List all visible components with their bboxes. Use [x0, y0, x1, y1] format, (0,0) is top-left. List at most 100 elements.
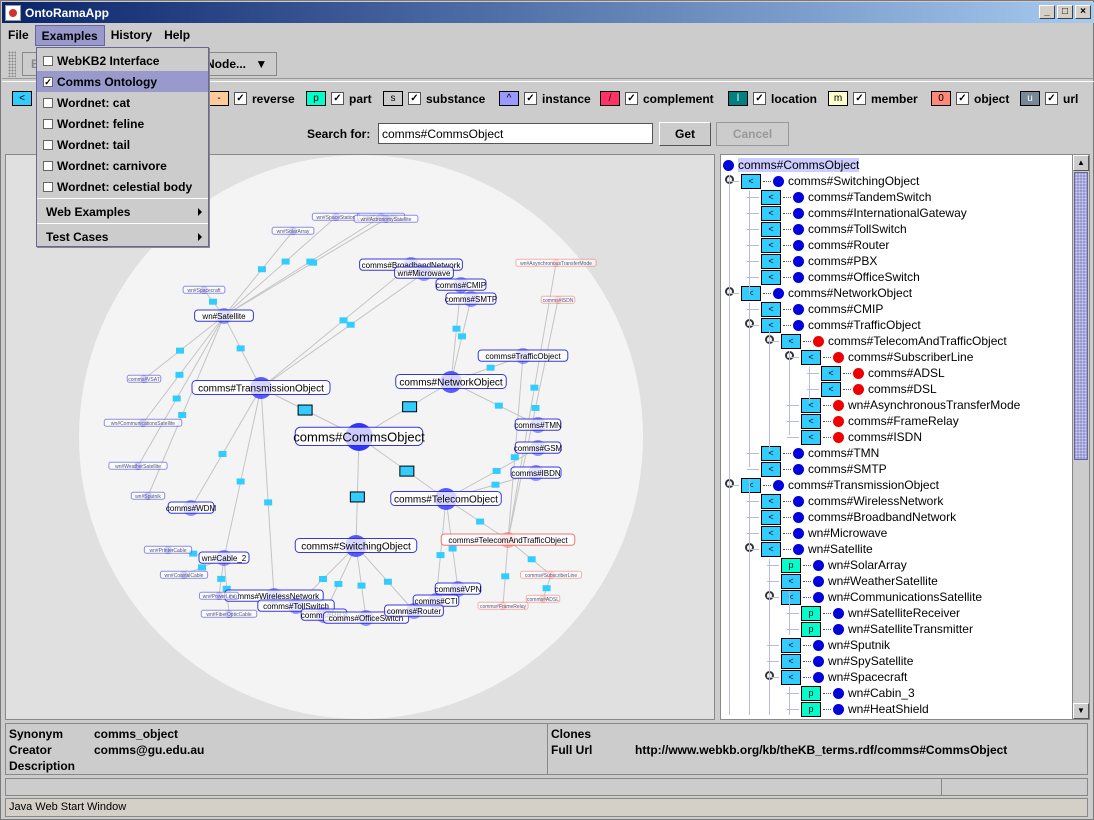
graph-node[interactable]: comms#FrameRelay: [477, 601, 529, 610]
tree-node[interactable]: < comms#WirelessNetwork: [761, 493, 943, 509]
menu-item-example[interactable]: Wordnet: cat: [37, 92, 208, 113]
tree-node[interactable]: < wn#Sputnik: [781, 637, 890, 653]
graph-node[interactable]: wn#SolarArray: [271, 226, 315, 235]
menu-item-example[interactable]: Wordnet: celestial body: [37, 176, 208, 197]
cancel-button[interactable]: Cancel: [716, 122, 789, 146]
graph-node[interactable]: wn#AsynchronousTransferMode: [515, 258, 597, 267]
tree-node[interactable]: < comms#SwitchingObject: [741, 173, 919, 189]
legend-checkbox[interactable]: ✓: [524, 92, 537, 105]
submenu-test-cases[interactable]: Test Cases: [37, 226, 208, 247]
graph-node[interactable]: comms#TrafficObject: [477, 348, 569, 364]
tree-node[interactable]: p wn#HeatShield: [801, 701, 929, 717]
scroll-up-arrow-icon[interactable]: ▲: [1073, 155, 1089, 171]
tree-node[interactable]: < comms#ISDN: [801, 429, 922, 445]
tree-node[interactable]: < comms#NetworkObject: [741, 285, 912, 301]
legend-checkbox[interactable]: ✓: [853, 92, 866, 105]
graph-node[interactable]: comms#Router: [384, 603, 444, 619]
tree-node[interactable]: < wn#WeatherSatellite: [781, 573, 938, 589]
legend-checkbox[interactable]: ✓: [753, 92, 766, 105]
graph-node[interactable]: wn#Satellite: [194, 308, 254, 324]
tree-node[interactable]: < wn#AsynchronousTransferMode: [801, 397, 1020, 413]
legend-checkbox[interactable]: ✓: [625, 92, 638, 105]
tree-node[interactable]: < comms#SubscriberLine: [801, 349, 973, 365]
minimize-button[interactable]: _: [1039, 5, 1055, 19]
graph-node[interactable]: wn#WeatherSatellite: [108, 461, 168, 470]
menu-item-example[interactable]: Wordnet: tail: [37, 134, 208, 155]
node-dropdown[interactable]: Node... ▼: [197, 52, 277, 76]
tree-scrollbar[interactable]: ▲ ▼: [1072, 155, 1089, 719]
tree-node[interactable]: < wn#Satellite: [761, 541, 873, 557]
graph-node[interactable]: comms#ADSL: [525, 594, 561, 603]
legend-checkbox[interactable]: ✓: [234, 92, 247, 105]
legend-checkbox[interactable]: ✓: [331, 92, 344, 105]
tree-node[interactable]: < comms#TollSwitch: [761, 221, 907, 237]
graph-node[interactable]: wn#PowerLine: [199, 591, 239, 600]
menu-file[interactable]: File: [2, 25, 35, 46]
graph-node[interactable]: wn#Sputnik: [130, 491, 166, 500]
legend-checkbox[interactable]: ✓: [1045, 92, 1058, 105]
tree-view[interactable]: comms#CommsObject < comms#SwitchingObject <…: [720, 154, 1090, 720]
graph-node[interactable]: wn#FiberOpticCable: [200, 609, 258, 618]
submenu-web-examples[interactable]: Web Examples: [37, 201, 208, 222]
graph-node[interactable]: wn#Cable_2: [198, 550, 250, 566]
tree-node[interactable]: < comms#DSL: [821, 381, 937, 397]
tree-node[interactable]: < comms#InternationalGateway: [761, 205, 967, 221]
menu-item-example[interactable]: Wordnet: feline: [37, 113, 208, 134]
dotted-connector: [843, 372, 851, 374]
tree-node[interactable]: p wn#SolarArray: [781, 557, 907, 573]
tree-node[interactable]: < comms#OfficeSwitch: [761, 269, 920, 285]
graph-node[interactable]: comms#SMTP: [445, 291, 497, 307]
tree-node[interactable]: < comms#BroadbandNetwork: [761, 509, 956, 525]
graph-node[interactable]: comms#WDM: [166, 500, 217, 516]
close-button[interactable]: ×: [1075, 5, 1091, 19]
tree-node[interactable]: < comms#TelecomAndTrafficObject: [781, 333, 1007, 349]
maximize-button[interactable]: □: [1057, 5, 1073, 19]
graph-node[interactable]: wn#PrinterCable: [143, 545, 193, 554]
tree-node[interactable]: comms#CommsObject: [723, 157, 860, 173]
legend-checkbox[interactable]: ✓: [956, 92, 969, 105]
graph-node[interactable]: wn#AstronomySatellite: [353, 214, 419, 223]
toolbar-grip[interactable]: [8, 51, 16, 77]
tree-node[interactable]: < wn#SpySatellite: [781, 653, 913, 669]
graph-node[interactable]: comms#VSAT: [126, 374, 162, 383]
tree-node[interactable]: < comms#SMTP: [761, 461, 887, 477]
graph-node[interactable]: wn#CoaxialCable: [159, 570, 209, 579]
graph-node[interactable]: wn#CommunicationsSatellite: [103, 418, 183, 427]
graph-node[interactable]: wn#SpaceStation: [311, 212, 361, 221]
graph-node[interactable]: comms#TelecomAndTrafficObject: [440, 532, 576, 548]
relation-type-icon: <: [821, 381, 841, 397]
tree-node[interactable]: < comms#TransmissionObject: [741, 477, 939, 493]
tree-node[interactable]: < wn#Spacecraft: [781, 669, 907, 685]
tree-node[interactable]: p wn#Cabin_3: [801, 685, 915, 701]
tree-node[interactable]: < wn#Microwave: [761, 525, 887, 541]
tree-node[interactable]: < wn#CommunicationsSatellite: [781, 589, 982, 605]
menu-item-example[interactable]: ✓ Comms Ontology: [37, 71, 208, 92]
tree-node[interactable]: p wn#SatelliteTransmitter: [801, 621, 973, 637]
graph-node[interactable]: comms#GSM: [514, 440, 563, 456]
graph-node[interactable]: comms#SubscriberLine: [520, 570, 582, 579]
menu-history[interactable]: History: [105, 25, 158, 46]
tree-node[interactable]: < comms#TandemSwitch: [761, 189, 931, 205]
graph-node[interactable]: comms#IBDN: [510, 465, 562, 481]
menu-help[interactable]: Help: [158, 25, 196, 46]
menu-examples[interactable]: Examples: [34, 25, 105, 46]
tree-node[interactable]: < comms#CMIP: [761, 301, 883, 317]
tree-node[interactable]: < comms#FrameRelay: [801, 413, 959, 429]
menu-item-example[interactable]: Wordnet: carnivore: [37, 155, 208, 176]
tree-node[interactable]: p wn#SatelliteReceiver: [801, 605, 960, 621]
graph-node[interactable]: comms#ISDN: [540, 295, 576, 304]
legend-checkbox[interactable]: ✓: [408, 92, 421, 105]
menu-item-example[interactable]: WebKB2 Interface: [37, 50, 208, 71]
tree-node[interactable]: < comms#TrafficObject: [761, 317, 921, 333]
get-button[interactable]: Get: [659, 122, 711, 146]
search-input[interactable]: [378, 123, 653, 144]
graph-node[interactable]: wn#Spacecraft: [182, 285, 226, 294]
tree-node[interactable]: < comms#PBX: [761, 253, 877, 269]
graph-node[interactable]: comms#TMN: [514, 417, 562, 433]
tree-node[interactable]: < comms#ADSL: [821, 365, 945, 381]
tree-node[interactable]: < comms#Router: [761, 237, 889, 253]
scroll-down-arrow-icon[interactable]: ▼: [1073, 703, 1089, 719]
graph-node[interactable]: comms#CMIP: [435, 277, 487, 293]
tree-node[interactable]: < comms#TMN: [761, 445, 879, 461]
scroll-thumb[interactable]: [1074, 172, 1088, 460]
